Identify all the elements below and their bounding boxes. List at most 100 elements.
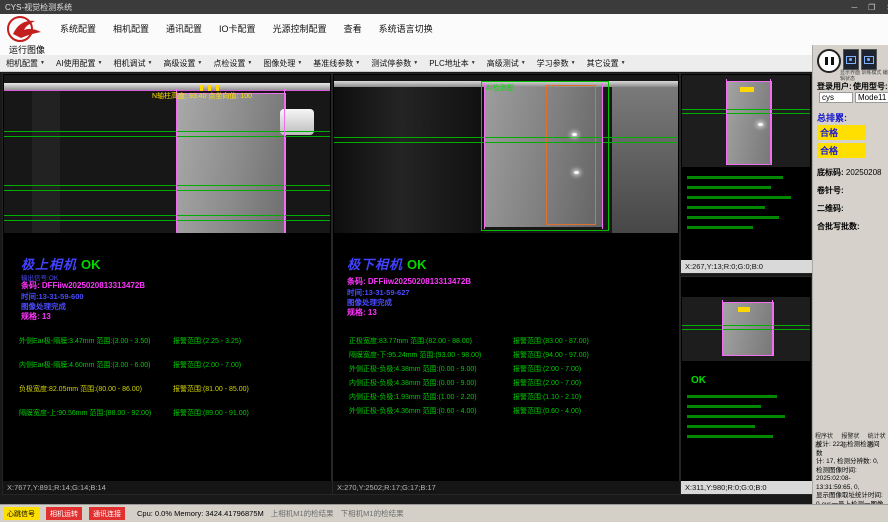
overlay-text-line <box>687 176 783 179</box>
main-area: N轴柱高度: 93.40 点坐向值: 100 极上相机OK 输出信号:OK 条码… <box>0 71 812 505</box>
login-user-field[interactable]: cys <box>819 92 853 103</box>
login-row: 登录用户: cys <box>817 81 853 103</box>
menu-bar: 系统配置 相机配置 通讯配置 IO卡配置 光源控制配置 查看 系统语言切换 运行… <box>0 14 888 56</box>
toolbar-item-spot-check[interactable]: 点检设置▼ <box>213 58 252 69</box>
overlay-text-line <box>687 216 779 219</box>
toolbar-label: PLC地址本 <box>429 58 469 69</box>
menu-item-comm-config[interactable]: 通讯配置 <box>166 22 202 35</box>
small-top-coords: X:267,Y:13;R:0;G:0;B:0 <box>681 260 815 273</box>
result-box-1: 合格 <box>817 125 866 140</box>
glint <box>758 123 763 126</box>
toolbar-label: 学习参数 <box>537 58 569 69</box>
menu-item-system-config[interactable]: 系统配置 <box>60 22 96 35</box>
cpu-memory-readout: Cpu: 0.0% Memory: 3424.41796875M <box>137 509 264 518</box>
overlay-text-line <box>687 415 785 418</box>
toolbar-item-test-params[interactable]: 测试停参数▼ <box>371 58 418 69</box>
toolbar-label: 高级测试 <box>487 58 519 69</box>
overlay-text-line <box>687 186 771 189</box>
ai-box-label: AI检测框 <box>486 83 514 93</box>
camera-run-indicator: 相机运转 <box>46 507 82 520</box>
toolbar-item-baseline-params[interactable]: 基准线参数▼ <box>313 58 360 69</box>
toolbar-item-advanced-settings[interactable]: 高级设置▼ <box>163 58 202 69</box>
green-guide-line <box>334 137 678 138</box>
small-camera-panel-top: X:267,Y:13;R:0;G:0;B:0 <box>680 73 812 274</box>
camera-view-1-button[interactable] <box>843 49 859 70</box>
green-guide-line <box>682 109 810 110</box>
barcode-text: 条码: DFFiiw2025020813313472B <box>347 276 471 287</box>
field-row: 二维码: <box>817 203 844 214</box>
chevron-down-icon: ▼ <box>40 60 45 66</box>
yellow-marker <box>738 307 750 312</box>
menu-item-camera-config[interactable]: 相机配置 <box>113 22 149 35</box>
overlay-text-line <box>687 206 765 209</box>
green-guide-line <box>4 220 330 221</box>
toolbar-label: 相机配置 <box>6 58 38 69</box>
menu-item-view[interactable]: 查看 <box>344 22 362 35</box>
pause-button[interactable] <box>817 49 841 73</box>
green-guide-line <box>4 190 330 191</box>
status-bar: 心跳信号 相机运转 通讯连接 Cpu: 0.0% Memory: 3424.41… <box>0 504 888 522</box>
field-value: 20250208 <box>846 168 882 177</box>
right-camera-panel: AI检测框 极下相机OK 条码: DFFiiw2025020813313472B… <box>332 73 680 495</box>
green-guide-line <box>682 325 810 326</box>
left-camera-result: 极上相机OK <box>21 254 101 274</box>
small-bottom-viewport[interactable] <box>682 297 810 361</box>
model-label: 使用型号: <box>853 82 888 91</box>
toolbar-label: 测试停参数 <box>371 58 411 69</box>
toolbar-label: 图像处理 <box>263 58 295 69</box>
overlay-text-line <box>687 405 761 408</box>
chevron-down-icon: ▼ <box>297 60 302 66</box>
pink-guide-line <box>726 79 727 163</box>
pink-guide-line <box>772 300 773 356</box>
upper-camera-result-label: 上相机M1的检结果 <box>271 508 334 519</box>
toolbar: 相机配置▼ AI使用配置▼ 相机调试▼ 高级设置▼ 点检设置▼ 图像处理▼ 基准… <box>0 55 824 72</box>
toolbar-label: 高级设置 <box>163 58 195 69</box>
toolbar-item-learning-params[interactable]: 学习参数▼ <box>537 58 576 69</box>
minimize-icon[interactable]: ─ <box>851 3 857 12</box>
green-guide-line <box>4 185 330 186</box>
menu-item-light-config[interactable]: 光源控制配置 <box>273 22 327 35</box>
result-ok: OK <box>691 375 706 386</box>
overlay-text-line <box>687 226 753 229</box>
camera-view-2-button[interactable] <box>861 49 877 70</box>
green-guide-line <box>4 136 330 137</box>
toolbar-item-plc-address[interactable]: PLC地址本▼ <box>429 58 476 69</box>
menu-item-language[interactable]: 系统语言切换 <box>379 22 433 35</box>
left-camera-viewport[interactable]: N轴柱高度: 93.40 点坐向值: 100 <box>4 75 330 233</box>
app-logo-icon <box>5 15 49 43</box>
electrode-stack <box>176 93 286 233</box>
chevron-down-icon: ▼ <box>521 60 526 66</box>
camera-title: 极上相机 <box>21 257 77 272</box>
toolbar-item-camera-config[interactable]: 相机配置▼ <box>6 58 45 69</box>
electrode-stack <box>726 81 772 165</box>
chevron-down-icon: ▼ <box>98 60 103 66</box>
pink-guide-line <box>770 79 771 163</box>
toolbar-label: 点检设置 <box>213 58 245 69</box>
toolbar-item-camera-debug[interactable]: 相机调试▼ <box>113 58 152 69</box>
toolbar-item-advanced-test[interactable]: 高级测试▼ <box>487 58 526 69</box>
green-guide-line <box>4 131 330 132</box>
pink-guide-line <box>284 89 285 233</box>
chevron-down-icon: ▼ <box>571 60 576 66</box>
lower-camera-result-label: 下相机M1的检结果 <box>341 508 404 519</box>
chevron-down-icon: ▼ <box>621 60 626 66</box>
machine-bed <box>612 87 678 233</box>
right-camera-viewport[interactable]: AI检测框 <box>334 75 678 233</box>
toolbar-item-ai-config[interactable]: AI使用配置▼ <box>56 58 103 69</box>
pause-icon <box>831 57 834 65</box>
machine-structure <box>32 91 60 233</box>
chevron-down-icon: ▼ <box>413 60 418 66</box>
model-field[interactable]: Mode11 <box>855 92 888 103</box>
green-guide-line <box>334 142 678 143</box>
toolbar-item-other-settings[interactable]: 其它设置▼ <box>587 58 626 69</box>
maximize-icon[interactable]: ❐ <box>868 3 875 12</box>
toolbar-item-image-process[interactable]: 图像处理▼ <box>263 58 302 69</box>
left-coords-readout: X:7677,Y:891;R:14;G:14;B:14 <box>3 481 335 494</box>
machine-bright-strip <box>4 83 330 90</box>
menu-item-io-config[interactable]: IO卡配置 <box>219 22 256 35</box>
overlay-text-line <box>687 435 773 438</box>
small-top-viewport[interactable] <box>682 75 810 167</box>
barcode-text: 条码: DFFiiw2025020813313472B <box>21 280 145 291</box>
right-coords-readout: X:270,Y:2502;R:17;G:17;B:17 <box>333 481 683 494</box>
machine-structure <box>334 87 484 233</box>
